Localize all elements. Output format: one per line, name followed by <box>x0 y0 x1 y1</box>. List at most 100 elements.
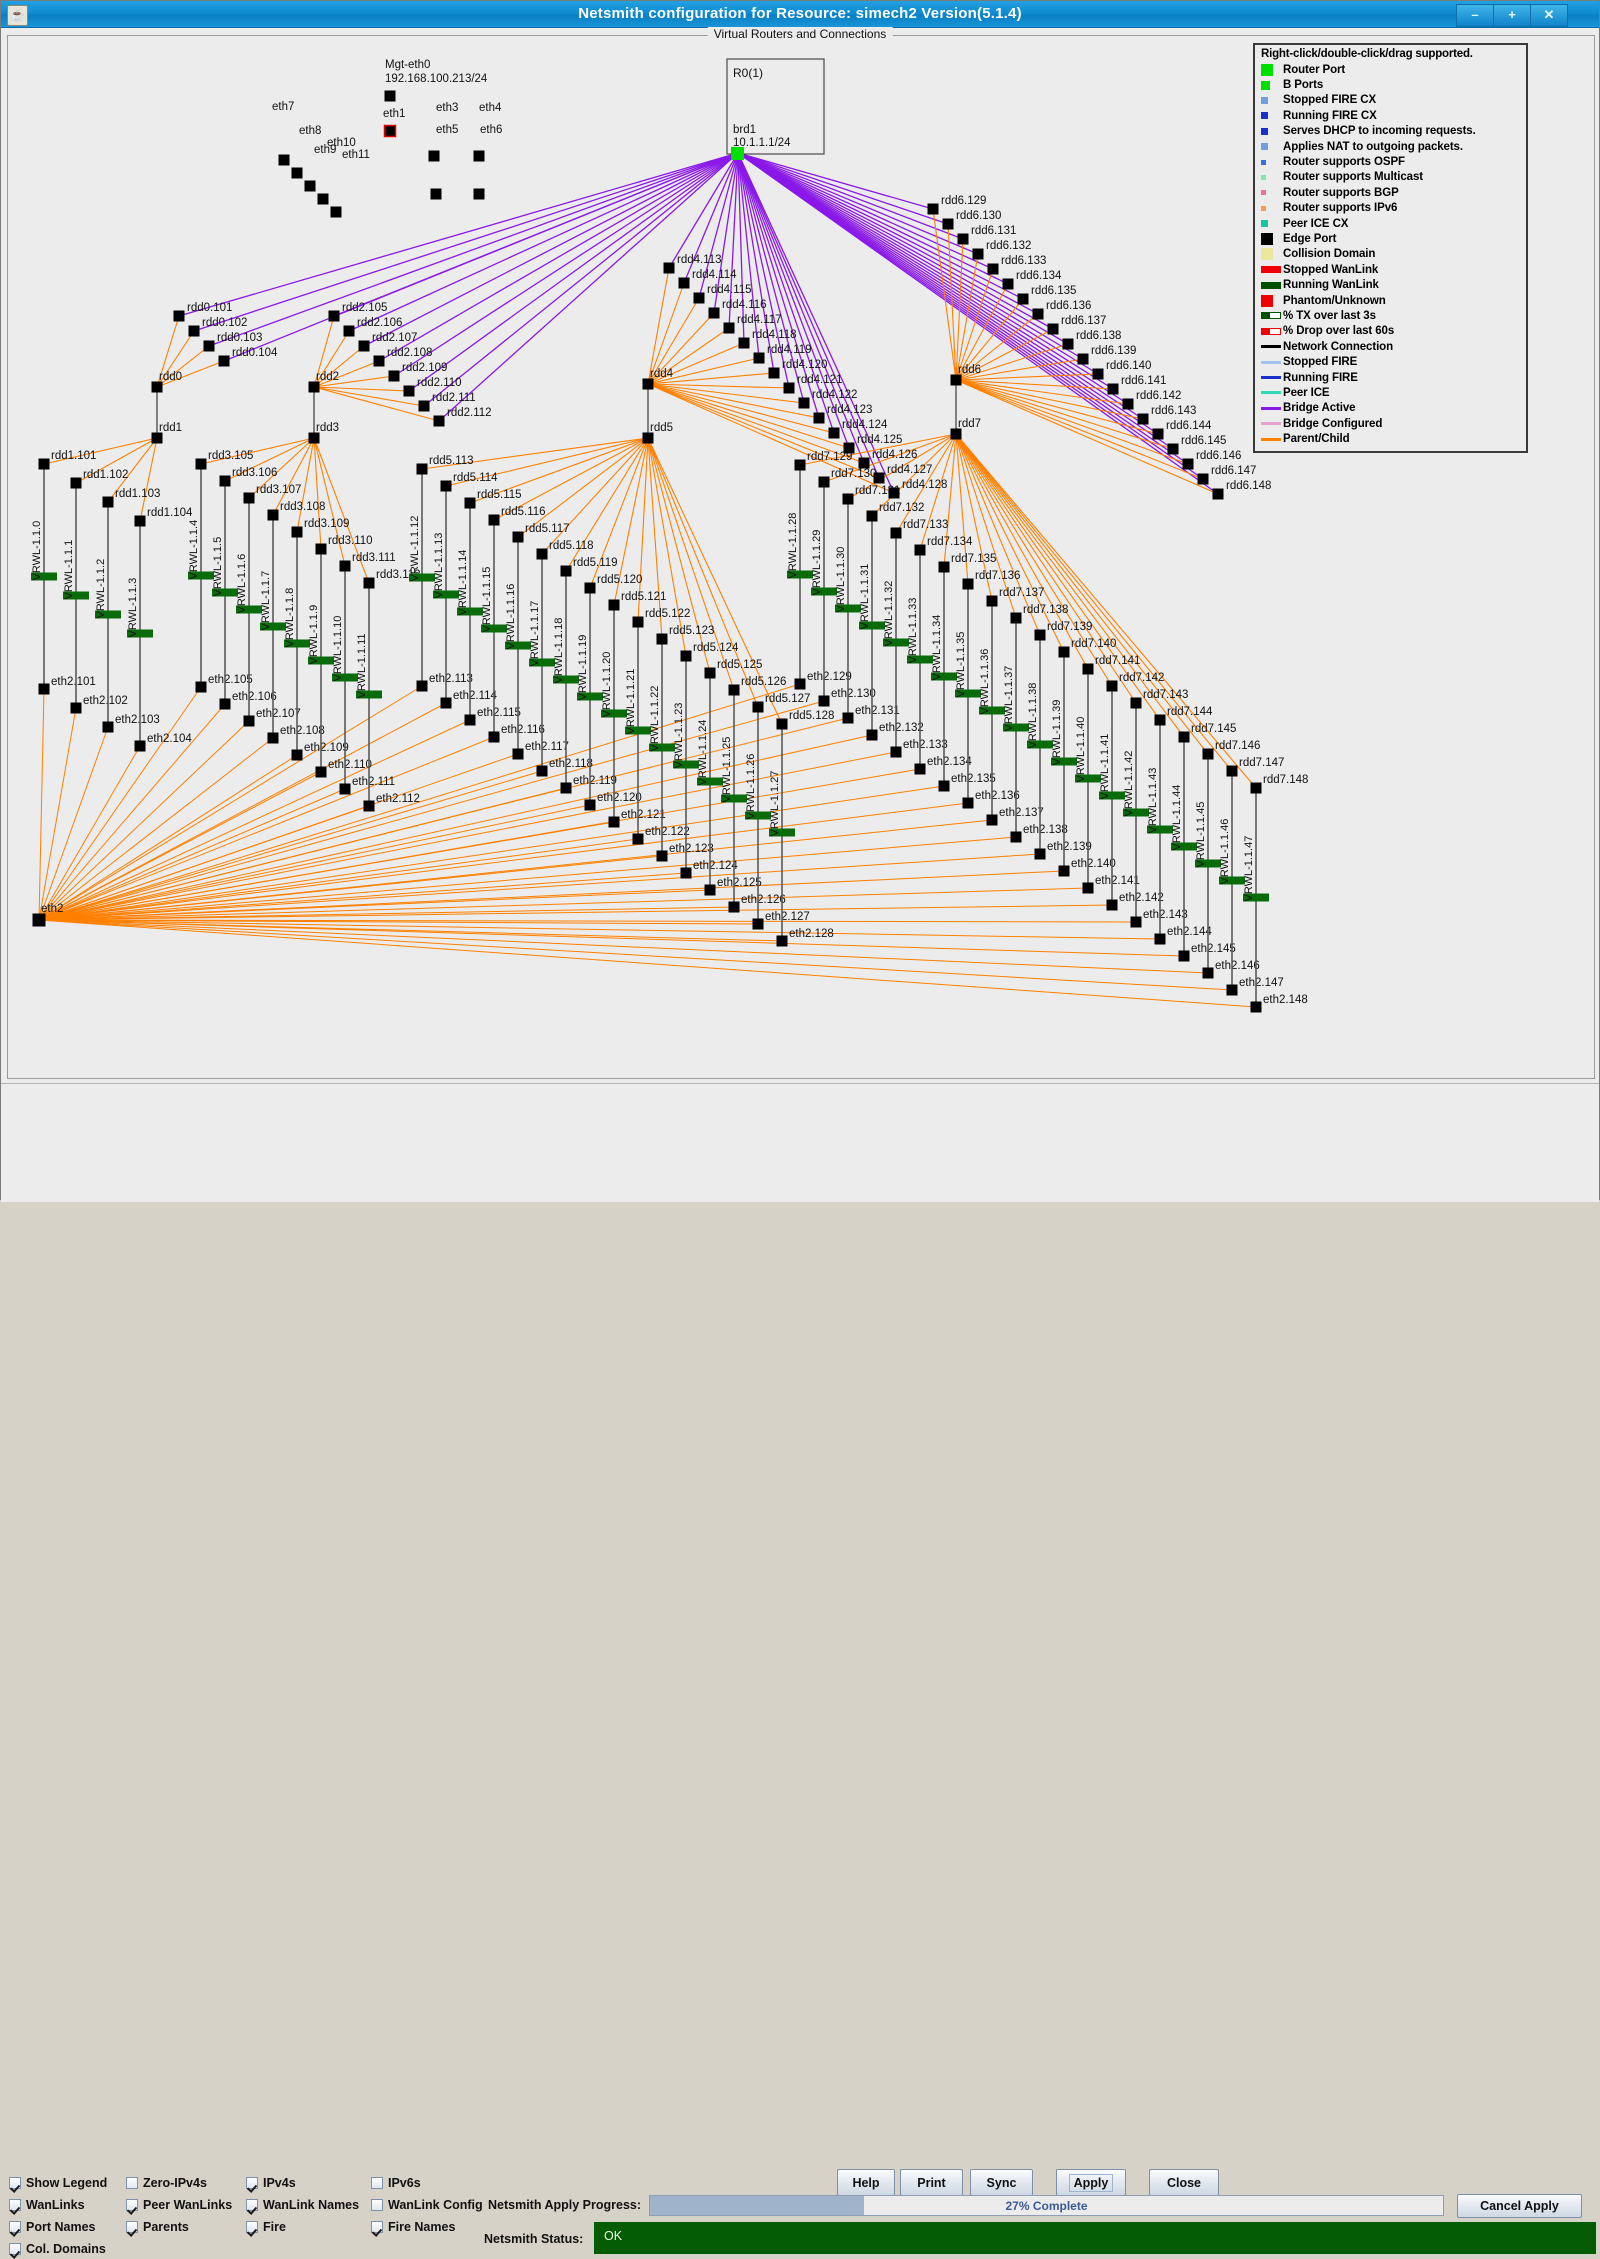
edge-port-node[interactable] <box>1178 950 1190 962</box>
edge-port-node[interactable] <box>1062 338 1074 350</box>
edge-port-node[interactable] <box>708 307 720 319</box>
edge-port-node[interactable] <box>890 527 902 539</box>
edge-port-node[interactable] <box>680 650 692 662</box>
edge-port-node[interactable] <box>888 487 900 499</box>
edge-port-node[interactable] <box>1212 488 1224 500</box>
edge-port-node[interactable] <box>584 799 596 811</box>
edge-port-node[interactable] <box>842 493 854 505</box>
edge-port-node[interactable] <box>536 765 548 777</box>
edge-port-node[interactable] <box>428 150 440 162</box>
edge-port-node[interactable] <box>418 400 430 412</box>
edge-port-node[interactable] <box>752 918 764 930</box>
edge-port-node[interactable] <box>243 715 255 727</box>
window-minimize-button[interactable]: – <box>1456 4 1494 27</box>
edge-port-node[interactable] <box>358 340 370 352</box>
edge-port-node[interactable] <box>1154 714 1166 726</box>
edge-port-node[interactable] <box>473 188 485 200</box>
window-maximize-button[interactable]: + <box>1493 4 1531 27</box>
edge-port-node[interactable] <box>1082 882 1094 894</box>
edge-port-node[interactable] <box>363 800 375 812</box>
edge-port-node[interactable] <box>794 678 806 690</box>
edge-port-node[interactable] <box>512 531 524 543</box>
edge-port-node[interactable] <box>219 698 231 710</box>
edge-port-node[interactable] <box>278 154 290 166</box>
edge-port-node[interactable] <box>433 415 445 427</box>
edge-port-node[interactable] <box>339 560 351 572</box>
edge-port-node[interactable] <box>403 385 415 397</box>
checkbox-icon[interactable] <box>126 2177 138 2189</box>
edge-port-node[interactable] <box>987 263 999 275</box>
checkbox-ipv6s[interactable]: IPv6s <box>371 2176 421 2190</box>
checkbox-col-domains[interactable]: Col. Domains <box>9 2242 106 2256</box>
rdd-hub-node[interactable] <box>642 432 654 444</box>
cancel-apply-button[interactable]: Cancel Apply <box>1457 2194 1582 2218</box>
edge-port-node[interactable] <box>866 510 878 522</box>
checkbox-zero-ipv4s[interactable]: Zero-IPv4s <box>126 2176 207 2190</box>
rdd-hub-node[interactable] <box>151 381 163 393</box>
edge-port-node[interactable] <box>866 729 878 741</box>
edge-port-node[interactable] <box>962 797 974 809</box>
print-button[interactable]: Print <box>900 2169 963 2196</box>
checkbox-show-legend[interactable]: Show Legend <box>9 2176 107 2190</box>
edge-port-node[interactable] <box>134 515 146 527</box>
edge-port-node[interactable] <box>663 262 675 274</box>
edge-port-node[interactable] <box>858 457 870 469</box>
edge-port-node[interactable] <box>243 492 255 504</box>
edge-port-node[interactable] <box>102 496 114 508</box>
edge-port-node[interactable] <box>818 476 830 488</box>
checkbox-peer-wanlinks[interactable]: Peer WanLinks <box>126 2198 232 2212</box>
edge-port-node[interactable] <box>195 681 207 693</box>
rdd-hub-node[interactable] <box>950 428 962 440</box>
edge-port-node[interactable] <box>188 325 200 337</box>
edge-port-node[interactable] <box>1106 899 1118 911</box>
edge-port-node[interactable] <box>373 355 385 367</box>
checkbox-icon[interactable] <box>246 2199 258 2211</box>
rdd-hub-node[interactable] <box>308 381 320 393</box>
checkbox-fire[interactable]: Fire <box>246 2220 286 2234</box>
edge-port-node[interactable] <box>728 684 740 696</box>
edge-port-node[interactable] <box>957 233 969 245</box>
edge-port-node[interactable] <box>938 780 950 792</box>
edge-port-node[interactable] <box>1017 293 1029 305</box>
edge-port-node[interactable] <box>972 248 984 260</box>
edge-port-node[interactable] <box>1250 782 1262 794</box>
edge-port-node[interactable] <box>1107 383 1119 395</box>
edge-port-node[interactable] <box>38 683 50 695</box>
edge-port-node[interactable] <box>339 783 351 795</box>
edge-port-node[interactable] <box>416 680 428 692</box>
edge-port-node[interactable] <box>942 218 954 230</box>
edge-port-node[interactable] <box>488 514 500 526</box>
edge-port-node[interactable] <box>1137 413 1149 425</box>
edge-port-node[interactable] <box>1154 933 1166 945</box>
rdd-hub-node[interactable] <box>642 378 654 390</box>
edge-port-node[interactable] <box>738 337 750 349</box>
edge-port-node[interactable] <box>440 480 452 492</box>
edge-port-node[interactable] <box>219 475 231 487</box>
edge-port-node[interactable] <box>1202 748 1214 760</box>
edge-port-node[interactable] <box>473 150 485 162</box>
sync-button[interactable]: Sync <box>970 2169 1033 2196</box>
edge-port-node[interactable] <box>632 833 644 845</box>
checkbox-fire-names[interactable]: Fire Names <box>371 2220 455 2234</box>
checkbox-wanlink-names[interactable]: WanLink Names <box>246 2198 359 2212</box>
edge-port-node[interactable] <box>464 714 476 726</box>
edge-port-node[interactable] <box>704 884 716 896</box>
edge-port-node[interactable] <box>680 867 692 879</box>
rdd-hub-node[interactable] <box>151 432 163 444</box>
edge-port-node[interactable] <box>1047 323 1059 335</box>
edge-port-node[interactable] <box>203 340 215 352</box>
edge-port-node[interactable] <box>1010 831 1022 843</box>
edge-port-node[interactable] <box>776 935 788 947</box>
edge-port-node[interactable] <box>1077 353 1089 365</box>
edge-port-node[interactable] <box>927 203 939 215</box>
mgmt-port-node[interactable] <box>384 90 396 102</box>
edge-port-node[interactable] <box>315 766 327 778</box>
edge-port-node[interactable] <box>1197 473 1209 485</box>
checkbox-wanlinks[interactable]: WanLinks <box>9 2198 85 2212</box>
apply-button[interactable]: Apply <box>1056 2169 1126 2196</box>
edge-port-node[interactable] <box>218 355 230 367</box>
checkbox-icon[interactable] <box>371 2221 383 2233</box>
edge-port-node[interactable] <box>430 188 442 200</box>
edge-port-node[interactable] <box>818 695 830 707</box>
edge-port-node[interactable] <box>38 458 50 470</box>
